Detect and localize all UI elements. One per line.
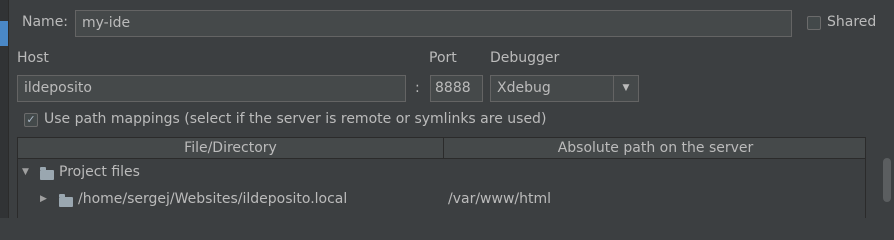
name-label: Name: [22,14,69,30]
expanded-triangle-icon[interactable]: ▼ [22,159,29,186]
host-input[interactable]: ildeposito [17,75,406,102]
table-scrollbar[interactable] [883,158,891,202]
file-directory-cell: Project files [59,164,140,180]
chevron-down-icon[interactable]: ▼ [613,76,638,101]
table-row[interactable]: ▶ /home/sergej/Websites/ildeposito.local… [18,186,865,213]
table-row[interactable]: ▼ Project files [18,159,865,186]
port-label: Port [429,50,457,66]
file-directory-cell: /home/sergej/Websites/ildeposito.local [78,191,348,207]
table-header: File/Directory Absolute path on the serv… [18,138,865,159]
debugger-label: Debugger [490,50,560,66]
debugger-selected-value: Xdebug [497,80,551,96]
left-panel-selection-indicator [0,21,8,46]
server-path-cell[interactable]: /var/www/html [448,186,551,213]
debugger-select[interactable]: Xdebug ▼ [490,75,639,102]
shared-checkbox[interactable] [807,16,821,30]
path-mappings-label[interactable]: Use path mappings (select if the server … [44,111,546,127]
host-label: Host [17,50,49,66]
shared-label[interactable]: Shared [827,14,876,30]
name-input[interactable]: my-ide [75,10,792,37]
host-port-separator: : [415,80,420,96]
folder-icon [59,194,73,207]
column-header-file-directory[interactable]: File/Directory [18,138,443,158]
path-mappings-table: File/Directory Absolute path on the serv… [17,137,866,218]
folder-icon [40,167,54,180]
column-header-server-path[interactable]: Absolute path on the server [444,138,867,158]
port-input[interactable]: 8888 [430,75,483,102]
collapsed-triangle-icon[interactable]: ▶ [40,186,47,213]
path-mappings-checkbox[interactable]: ✓ [24,113,38,127]
